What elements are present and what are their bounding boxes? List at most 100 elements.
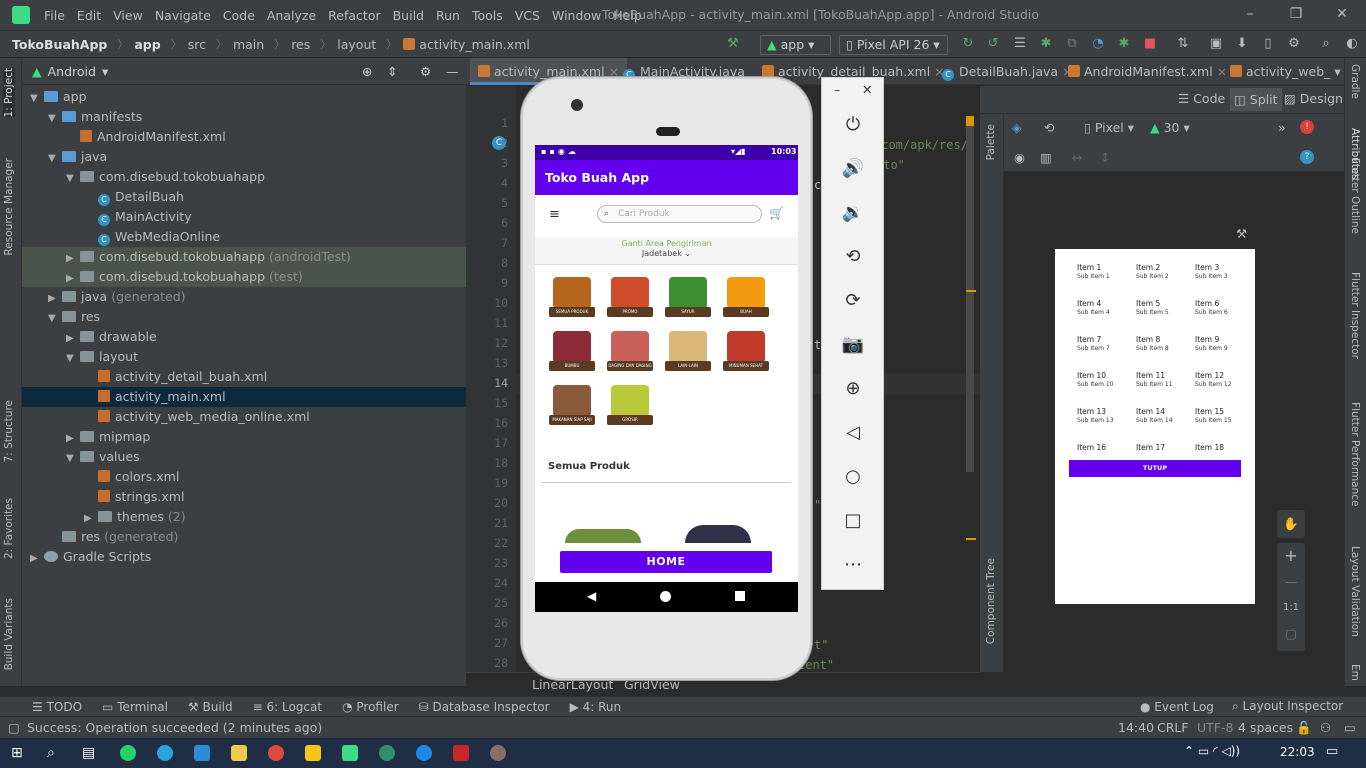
tree-item[interactable]: colors.xml [22,467,466,487]
tray-icons[interactable]: ⌃ ▭ ◜ ◁)) [1184,744,1240,758]
rotate-right-icon[interactable]: ⟳ [840,288,866,314]
power-icon[interactable]: ⏻ [840,112,866,138]
menu-item-refactor[interactable]: Refactor [322,8,386,23]
tutup-button[interactable]: TUTUP [1069,460,1241,477]
tool-tab-build-variants[interactable]: Build Variants [3,598,15,670]
hide-icon[interactable]: — [446,64,459,79]
status-message[interactable]: Success: Operation succeeded (2 minutes … [27,720,322,735]
apply-changes-icon[interactable]: ↻ [960,36,976,52]
tool-tab-todo[interactable]: ☰ TODO [0,700,92,714]
tree-item[interactable]: C WebMediaOnline [22,227,466,247]
zoom-reset-button[interactable]: 1:1 [1277,595,1305,621]
tool-tab-flutter-performance[interactable]: Flutter Performance [1349,402,1361,507]
structure-icon[interactable]: ⚙ [1286,36,1302,52]
more-icon[interactable]: ⋯ [840,552,866,578]
error-icon[interactable]: ! [1300,120,1314,134]
menu-item-navigate[interactable]: Navigate [149,8,217,23]
avd-manager-icon[interactable]: ▣ [1208,36,1224,52]
tree-item[interactable]: AndroidManifest.xml [22,127,466,147]
tree-item[interactable]: ▼ app [22,87,466,107]
home-button[interactable]: HOME [560,551,772,573]
tool-tab-logcat[interactable]: ≡ 6: Logcat [243,700,332,714]
warning-marker[interactable] [966,290,976,292]
sdk-manager-icon[interactable]: ⬇ [1234,36,1250,52]
category-item[interactable]: PROMO [607,277,653,317]
sync-icon[interactable]: ⇅ [1175,36,1191,52]
chevron-right-icon[interactable]: ▶ [48,289,58,309]
tree-item[interactable]: res (generated) [22,527,466,547]
breadcrumb-project[interactable]: TokoBuahApp [12,37,107,52]
tool-tab-layout-validation[interactable]: Layout Validation [1349,546,1361,637]
tool-tab-emulator[interactable]: Em [1349,664,1361,681]
layout-preview[interactable]: Item 1 Sub Item 1 Item 2 Sub Item 2 Item 3 Su… [1055,249,1255,604]
tree-item[interactable]: ▼ manifests [22,107,466,127]
width-icon[interactable]: ↔ [1072,150,1082,165]
apply-code-changes-icon[interactable]: ↺ [985,36,1001,52]
menu-item-run[interactable]: Run [430,8,466,23]
warning-marker[interactable] [966,538,976,540]
tool-tab-terminal[interactable]: ▭ Terminal [92,700,178,714]
tree-item[interactable]: ▼ res [22,307,466,327]
tree-item[interactable]: activity_detail_buah.xml [22,367,466,387]
menu-item-code[interactable]: Code [217,8,261,23]
tool-tab-structure[interactable]: 7: Structure [3,400,15,462]
breadcrumb-file[interactable]: activity_main.xml [419,37,530,52]
more-icon[interactable]: » [1278,120,1286,135]
chevron-right-icon[interactable]: ▶ [66,429,76,449]
home-nav-icon[interactable] [660,591,671,602]
chevron-down-icon[interactable]: ▼ [48,109,58,129]
category-item[interactable]: MAKANAN SIAP SAJI [549,385,595,425]
search-input[interactable]: ⌕ Cari Produk [597,205,762,223]
status-icon[interactable]: ▢ [8,720,20,735]
attach-icon[interactable]: ⧉ [1064,36,1080,52]
menu-item-file[interactable]: File [38,8,71,23]
volume-down-icon[interactable]: 🔉 [840,200,866,226]
hamburger-icon[interactable]: ≡ [549,207,560,222]
android-studio-taskbar-icon[interactable] [342,745,358,761]
tree-item[interactable]: activity_main.xml [22,387,466,407]
tool-tab-gradle[interactable]: Gradle [1349,64,1361,99]
tool-tab-flutter-outline[interactable]: Flutter Outline [1349,158,1361,234]
close-icon[interactable]: ✕ [862,82,872,97]
project-view-select[interactable]: Android [48,64,96,79]
app-icon[interactable] [490,745,506,761]
eye-icon[interactable]: ◉ [1014,150,1025,165]
menu-item-view[interactable]: View [107,8,149,23]
tree-item[interactable]: ▼ com.disebud.tokobuahapp [22,167,466,187]
file-encoding[interactable]: UTF-8 [1197,720,1233,735]
menu-item-window[interactable]: Window [546,8,607,23]
menu-item-build[interactable]: Build [387,8,430,23]
palette-tab[interactable]: Palette [985,124,997,160]
volume-up-icon[interactable]: 🔊 [840,156,866,182]
tree-item[interactable]: ▶ com.disebud.tokobuahapp (test) [22,267,466,287]
chevron-right-icon[interactable]: ▶ [66,249,76,269]
notification-icon[interactable]: ▭ [1326,744,1338,759]
minimize-icon[interactable]: – [1242,6,1258,22]
breadcrumb-src[interactable]: src [188,37,206,52]
account-icon[interactable]: ◐ [1344,36,1360,52]
minimize-icon[interactable]: – [834,82,840,97]
zoom-in-icon[interactable]: + [1277,543,1305,569]
rotate-left-icon[interactable]: ⟲ [840,244,866,270]
orientation-icon[interactable]: ⟲ [1044,120,1054,135]
file-explorer-icon[interactable] [231,745,247,761]
tree-item[interactable]: ▶ mipmap [22,427,466,447]
tree-item[interactable]: activity_web_media_online.xml [22,407,466,427]
chevron-down-icon[interactable]: ▼ [66,169,76,189]
emulator-taskbar-icon[interactable] [379,745,395,761]
category-item[interactable]: BUAH [723,277,769,317]
screenshot-icon[interactable]: 📷 [840,332,866,358]
tool-tab-database-inspector[interactable]: ⛁ Database Inspector [409,700,560,714]
back-icon[interactable]: ◀ [587,589,596,603]
line-separator[interactable]: CRLF [1157,720,1189,735]
product-image[interactable] [565,529,641,543]
search-icon[interactable]: ⌕ [1318,36,1334,52]
memory-icon[interactable]: ▭ [1344,720,1356,735]
blueprint-icon[interactable]: ▥ [1040,150,1052,165]
tree-item[interactable]: ▼ layout [22,347,466,367]
run-config-select[interactable]: ▲ app ▾ [760,35,831,55]
hammer-icon[interactable]: ⚒ [725,36,741,52]
warning-marker[interactable] [966,116,974,126]
category-item[interactable]: SEMUA PRODUK [549,277,595,317]
menu-item-tools[interactable]: Tools [466,8,509,23]
